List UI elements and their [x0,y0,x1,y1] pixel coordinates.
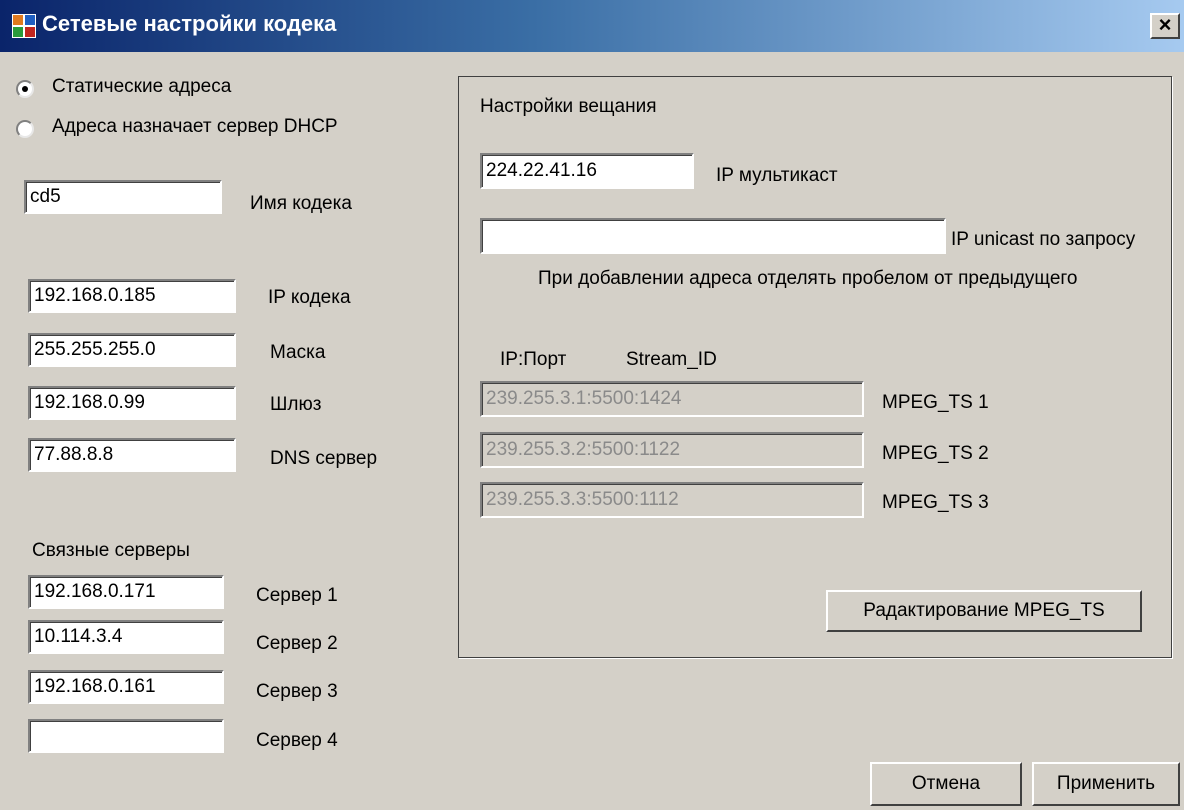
unicast-ip-label: IP unicast по запросу [951,229,1136,250]
gateway-label: Шлюз [270,394,322,415]
unicast-hint: При добавлении адреса отделять пробелом … [538,268,1078,289]
column-ip-port: IP:Порт [500,349,567,370]
column-stream-id: Stream_ID [626,349,717,370]
mpeg-ts-1-input [480,381,864,417]
servers-heading: Связные серверы [32,540,190,561]
title-bar: Сетевые настройки кодека × [0,0,1184,52]
codec-ip-label: IP кодека [268,287,351,308]
mpeg-ts-3-label: MPEG_TS 3 [882,492,989,513]
server-3-label: Сервер 3 [256,681,338,702]
gateway-input[interactable] [28,386,236,420]
close-button[interactable]: × [1150,13,1180,39]
cancel-button[interactable]: Отмена [870,762,1022,806]
radio-static-addresses-label: Статические адреса [52,76,232,97]
dns-input[interactable] [28,438,236,472]
multicast-ip-input[interactable] [480,153,694,189]
unicast-ip-input[interactable] [480,218,946,254]
mpeg-ts-2-input [480,432,864,468]
radio-static-addresses[interactable] [16,80,34,98]
mask-label: Маска [270,342,326,363]
mpeg-ts-2-label: MPEG_TS 2 [882,443,989,464]
dns-label: DNS сервер [270,448,378,469]
broadcast-settings-title: Настройки вещания [480,96,657,117]
app-window-icon [12,14,36,38]
server-1-label: Сервер 1 [256,585,338,606]
server-3-input[interactable] [28,670,224,704]
radio-dhcp-addresses-label: Адреса назначает сервер DHCP [52,116,338,137]
codec-name-label: Имя кодека [250,193,352,214]
radio-dhcp-addresses[interactable] [16,120,34,138]
server-1-input[interactable] [28,575,224,609]
apply-button[interactable]: Применить [1032,762,1180,806]
close-icon: × [1158,12,1172,37]
server-2-label: Сервер 2 [256,633,338,654]
mpeg-ts-3-input [480,482,864,518]
codec-ip-input[interactable] [28,279,236,313]
server-4-input[interactable] [28,719,224,753]
mpeg-ts-1-label: MPEG_TS 1 [882,392,989,413]
window-title: Сетевые настройки кодека [42,11,337,36]
edit-mpeg-ts-button[interactable]: Радактирование MPEG_TS [826,590,1142,632]
server-2-input[interactable] [28,620,224,654]
server-4-label: Сервер 4 [256,730,338,751]
codec-name-input[interactable] [24,180,222,214]
mask-input[interactable] [28,333,236,367]
multicast-ip-label: IP мультикаст [716,165,838,186]
